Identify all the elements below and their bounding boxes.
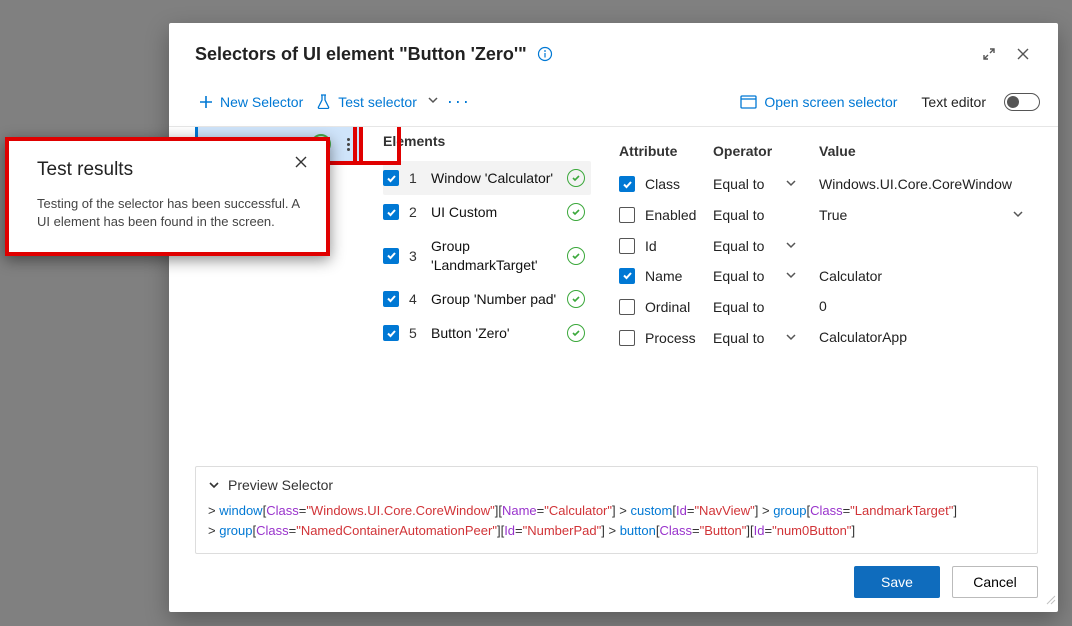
attribute-row: NameEqual to Calculator xyxy=(619,261,1040,292)
new-selector-button[interactable]: New Selector xyxy=(193,90,309,114)
new-selector-label: New Selector xyxy=(220,94,303,110)
attribute-value[interactable]: Calculator xyxy=(819,268,1012,285)
attribute-row: ClassEqual to Windows.UI.Core.CoreWindow xyxy=(619,169,1040,200)
toolbar: New Selector Test selector ··· Open scre… xyxy=(169,81,1058,127)
element-label: UI Custom xyxy=(431,203,557,221)
attribute-value[interactable]: CalculatorApp xyxy=(819,329,1012,346)
operator-dropdown-icon[interactable] xyxy=(785,238,819,254)
operator-dropdown-icon[interactable] xyxy=(785,330,819,346)
test-selector-label: Test selector xyxy=(338,94,417,110)
preview-toggle[interactable]: Preview Selector xyxy=(208,477,1025,493)
element-label: Button 'Zero' xyxy=(431,324,557,342)
dialog-header: Selectors of UI element "Button 'Zero'" xyxy=(169,23,1058,81)
attribute-checkbox[interactable] xyxy=(619,330,635,346)
cancel-button[interactable]: Cancel xyxy=(952,566,1038,598)
preview-code: > window[Class="Windows.UI.Core.CoreWind… xyxy=(208,501,1025,541)
test-results-toast: Test results Testing of the selector has… xyxy=(5,137,330,256)
attribute-operator: Equal to xyxy=(713,238,785,254)
col-value: Value xyxy=(819,143,1040,159)
element-row[interactable]: 5 Button 'Zero' xyxy=(383,316,591,350)
element-number: 1 xyxy=(409,170,421,186)
attribute-row: IdEqual to xyxy=(619,231,1040,261)
resize-grip-icon[interactable] xyxy=(1044,592,1056,610)
element-number: 5 xyxy=(409,325,421,341)
col-attribute: Attribute xyxy=(619,143,713,159)
element-label: Window 'Calculator' xyxy=(431,169,557,187)
save-button[interactable]: Save xyxy=(854,566,940,598)
expand-icon[interactable] xyxy=(972,37,1006,71)
element-checkbox[interactable] xyxy=(383,325,399,341)
attribute-checkbox[interactable] xyxy=(619,268,635,284)
attribute-value[interactable]: True xyxy=(819,207,1012,224)
more-menu-icon[interactable]: ··· xyxy=(443,87,475,116)
attributes-header: Attribute Operator Value xyxy=(619,127,1040,169)
open-screen-label: Open screen selector xyxy=(764,94,897,110)
attribute-operator: Equal to xyxy=(713,176,785,192)
attribute-checkbox[interactable] xyxy=(619,176,635,192)
attribute-checkbox[interactable] xyxy=(619,299,635,315)
value-dropdown-icon[interactable] xyxy=(1012,207,1040,223)
attribute-operator: Equal to xyxy=(713,330,785,346)
selector-item-menu-icon[interactable] xyxy=(337,138,359,151)
element-label: Group 'Number pad' xyxy=(431,290,557,308)
attribute-checkbox[interactable] xyxy=(619,207,635,223)
close-icon[interactable] xyxy=(1006,37,1040,71)
element-row[interactable]: 1 Window 'Calculator' xyxy=(383,161,591,195)
element-row[interactable]: 3 Group 'LandmarkTarget' xyxy=(383,229,591,281)
dialog-footer: Save Cancel xyxy=(195,554,1040,612)
element-ok-icon xyxy=(567,169,585,187)
attribute-operator: Equal to xyxy=(713,268,785,284)
attribute-name: Ordinal xyxy=(645,299,713,315)
attribute-operator: Equal to xyxy=(713,299,785,315)
test-selector-dropdown[interactable] xyxy=(423,89,443,115)
text-editor-toggle[interactable] xyxy=(1004,93,1040,111)
operator-dropdown-icon[interactable] xyxy=(785,176,819,192)
element-ok-icon xyxy=(567,324,585,342)
element-ok-icon xyxy=(567,203,585,221)
toast-title: Test results xyxy=(37,159,304,181)
attribute-name: Id xyxy=(645,238,713,254)
attribute-value[interactable]: 0 xyxy=(819,298,1012,315)
element-ok-icon xyxy=(567,290,585,308)
preview-label: Preview Selector xyxy=(228,477,333,493)
elements-panel: Elements 1 Window 'Calculator' 2 UI Custom 3… xyxy=(361,127,591,458)
elements-heading: Elements xyxy=(383,127,591,161)
selector-dialog: Selectors of UI element "Button 'Zero'" … xyxy=(169,23,1058,612)
element-checkbox[interactable] xyxy=(383,170,399,186)
element-label: Group 'LandmarkTarget' xyxy=(431,237,557,273)
element-checkbox[interactable] xyxy=(383,204,399,220)
toast-body: Testing of the selector has been success… xyxy=(37,195,304,230)
operator-dropdown-icon[interactable] xyxy=(785,268,819,284)
attributes-panel: Attribute Operator Value ClassEqual toWi… xyxy=(591,127,1040,458)
attribute-value[interactable]: Windows.UI.Core.CoreWindow xyxy=(819,176,1012,193)
attribute-name: Class xyxy=(645,176,713,192)
preview-selector-panel: Preview Selector > window[Class="Windows… xyxy=(195,466,1038,554)
element-row[interactable]: 2 UI Custom xyxy=(383,195,591,229)
attribute-row: EnabledEqual to True xyxy=(619,200,1040,231)
attribute-name: Process xyxy=(645,330,713,346)
element-number: 2 xyxy=(409,204,421,220)
dialog-title: Selectors of UI element "Button 'Zero'" xyxy=(195,44,527,65)
attribute-row: ProcessEqual to CalculatorApp xyxy=(619,322,1040,353)
toast-close-icon[interactable] xyxy=(294,155,308,174)
col-operator: Operator xyxy=(713,143,819,159)
attribute-name: Enabled xyxy=(645,207,713,223)
element-checkbox[interactable] xyxy=(383,248,399,264)
attribute-operator: Equal to xyxy=(713,207,785,223)
attribute-name: Name xyxy=(645,268,713,284)
text-editor-label: Text editor xyxy=(921,94,986,110)
attribute-row: OrdinalEqual to 0 xyxy=(619,291,1040,322)
test-selector-button[interactable]: Test selector xyxy=(310,90,423,114)
element-number: 3 xyxy=(409,248,421,264)
element-number: 4 xyxy=(409,291,421,307)
element-ok-icon xyxy=(567,247,585,265)
attribute-checkbox[interactable] xyxy=(619,238,635,254)
info-icon[interactable] xyxy=(537,46,553,62)
element-row[interactable]: 4 Group 'Number pad' xyxy=(383,282,591,316)
element-checkbox[interactable] xyxy=(383,291,399,307)
open-screen-selector-button[interactable]: Open screen selector xyxy=(734,90,903,114)
